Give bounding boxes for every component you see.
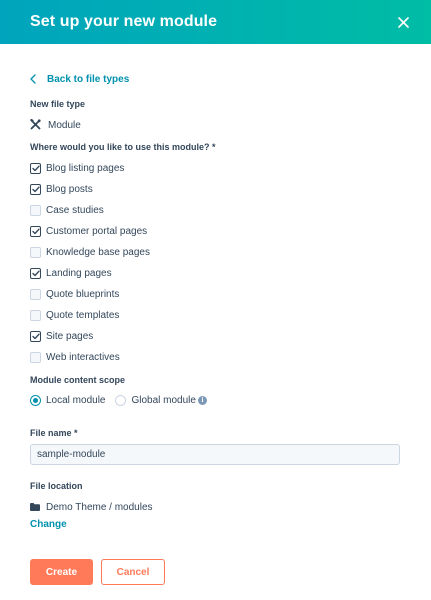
checkbox[interactable] <box>30 310 41 321</box>
checkbox[interactable] <box>30 352 41 363</box>
usage-option-blog-listing-pages[interactable]: Blog listing pages <box>30 158 401 179</box>
folder-icon <box>30 502 40 512</box>
back-link-label: Back to file types <box>47 73 130 85</box>
file-location-label: File location <box>30 481 83 491</box>
info-icon[interactable]: i <box>197 395 207 405</box>
file-type-text: Module <box>48 119 81 131</box>
radio-button[interactable] <box>115 394 127 406</box>
usage-option-site-pages[interactable]: Site pages <box>30 326 401 347</box>
usage-option-label: Customer portal pages <box>46 226 148 237</box>
scope-label: Module content scope <box>30 375 126 385</box>
scope-option-label: Local module <box>46 394 106 406</box>
dialog-footer: Create Cancel <box>30 559 401 585</box>
change-location-link[interactable]: Change <box>30 519 67 533</box>
usage-option-label: Quote templates <box>46 310 120 321</box>
usage-option-landing-pages[interactable]: Landing pages <box>30 263 401 284</box>
checkbox[interactable] <box>30 205 41 216</box>
chevron-left-icon <box>30 73 39 85</box>
scope-radio-group: Local module Global module i <box>30 393 401 407</box>
file-location-value: Demo Theme / modules <box>30 500 401 514</box>
scope-option-local[interactable]: Local module <box>30 394 106 406</box>
dialog-header: Set up your new module <box>0 0 431 44</box>
module-tools-icon <box>30 119 42 131</box>
file-location-text: Demo Theme / modules <box>46 501 153 513</box>
create-button[interactable]: Create <box>30 559 93 585</box>
setup-module-dialog: Set up your new module Back to file type… <box>0 0 431 600</box>
usage-checklist: Blog listing pages Blog posts Case studi… <box>30 158 401 368</box>
checkbox[interactable] <box>30 163 41 174</box>
usage-option-label: Web interactives <box>46 352 120 363</box>
usage-option-case-studies[interactable]: Case studies <box>30 200 401 221</box>
usage-option-label: Site pages <box>46 331 94 342</box>
scope-option-label: Global module <box>131 394 196 406</box>
file-name-input[interactable] <box>30 444 400 465</box>
close-icon <box>397 16 409 28</box>
usage-option-label: Knowledge base pages <box>46 247 150 258</box>
usage-option-label: Landing pages <box>46 268 112 279</box>
usage-option-label: Quote blueprints <box>46 289 120 300</box>
file-type-label: New file type <box>30 99 86 109</box>
usage-option-label: Case studies <box>46 205 104 216</box>
usage-option-knowledge-base-pages[interactable]: Knowledge base pages <box>30 242 401 263</box>
usage-option-quote-blueprints[interactable]: Quote blueprints <box>30 284 401 305</box>
usage-label: Where would you like to use this module?… <box>30 142 216 152</box>
usage-option-web-interactives[interactable]: Web interactives <box>30 347 401 368</box>
radio-button[interactable] <box>30 394 41 406</box>
usage-option-blog-posts[interactable]: Blog posts <box>30 179 401 200</box>
usage-option-quote-templates[interactable]: Quote templates <box>30 305 401 326</box>
usage-option-label: Blog listing pages <box>46 163 125 174</box>
usage-option-label: Blog posts <box>46 184 93 195</box>
back-to-file-types-link[interactable]: Back to file types <box>30 71 401 87</box>
checkbox[interactable] <box>30 184 41 195</box>
checkbox[interactable] <box>30 247 41 258</box>
checkbox[interactable] <box>30 331 41 342</box>
file-name-label: File name * <box>30 428 78 438</box>
scope-option-global[interactable]: Global module i <box>115 394 207 406</box>
checkbox[interactable] <box>30 289 41 300</box>
dialog-title: Set up your new module <box>30 13 218 30</box>
close-button[interactable] <box>395 14 411 30</box>
cancel-button[interactable]: Cancel <box>101 559 165 585</box>
checkbox[interactable] <box>30 268 41 279</box>
checkbox[interactable] <box>30 226 41 237</box>
usage-option-customer-portal-pages[interactable]: Customer portal pages <box>30 221 401 242</box>
dialog-body: Back to file types New file type Module … <box>0 71 431 585</box>
file-type-value: Module <box>30 118 401 132</box>
